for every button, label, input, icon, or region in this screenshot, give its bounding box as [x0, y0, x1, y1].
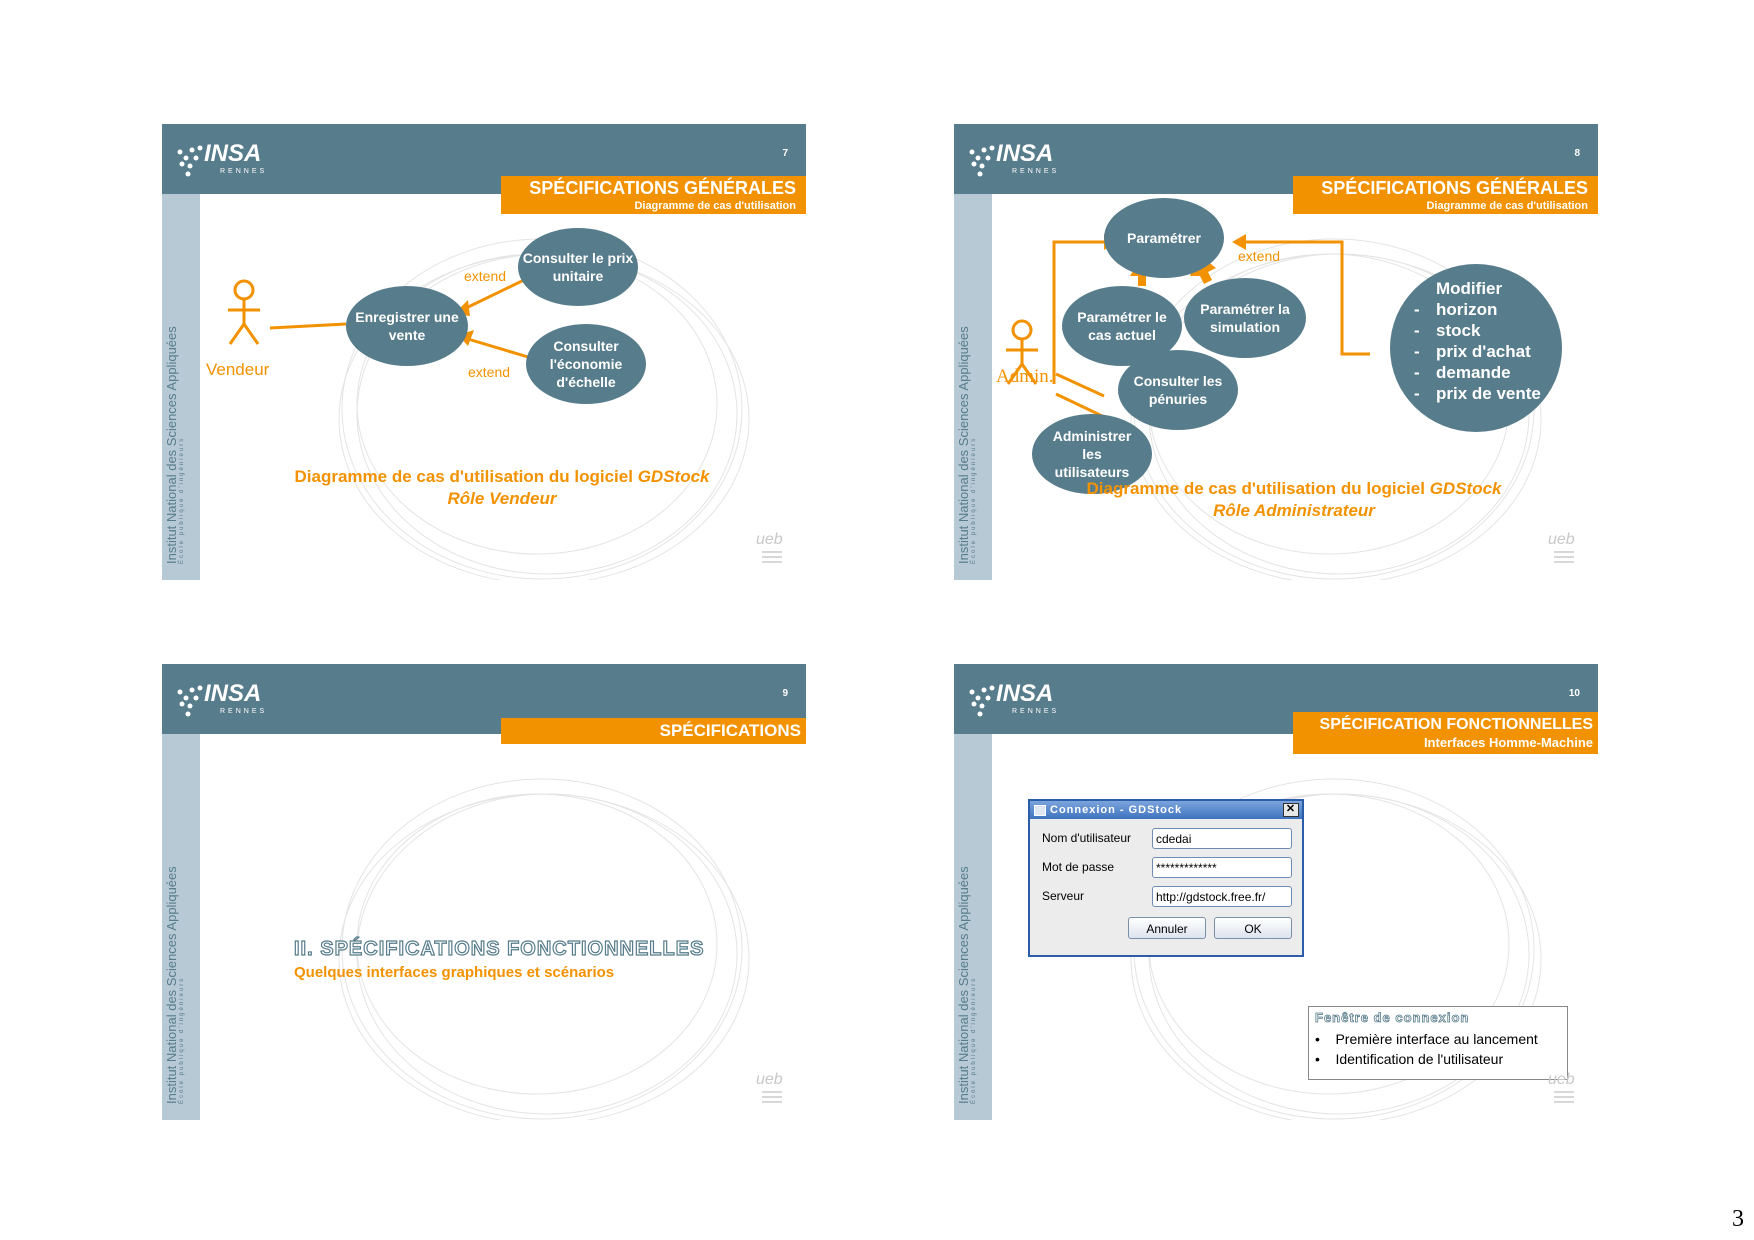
section-subheading: Quelques interfaces graphiques et scénar… — [294, 964, 615, 981]
modifier-item: - horizon — [1414, 300, 1498, 319]
slide-caption: Diagramme de cas d'utilisation du logici… — [1086, 479, 1502, 520]
usecase-consulter-prix: Consulter le prix unitaire — [518, 228, 638, 306]
slide-title: SPÉCIFICATION FONCTIONNELLES — [1319, 716, 1593, 733]
actor-label: Vendeur — [206, 360, 270, 379]
svg-text:ueb: ueb — [756, 531, 783, 548]
extend-label: extend — [1238, 248, 1281, 264]
actor-label: Admin. — [996, 366, 1054, 387]
svg-text:ueb: ueb — [1548, 531, 1575, 548]
slide-title: SPÉCIFICATIONS FONCTIONNELLES — [645, 721, 801, 766]
background-swirl — [338, 778, 750, 1120]
close-icon[interactable]: ✕ — [1283, 803, 1299, 817]
modifier-item: - prix d'achat — [1414, 342, 1531, 361]
usecase-enregistrer: Enregistrer une vente — [346, 286, 468, 366]
window-icon — [1034, 805, 1046, 816]
username-field[interactable]: cdedai — [1152, 828, 1292, 849]
cancel-button[interactable]: Annuler — [1128, 917, 1206, 939]
slide-8: Institut National des Sciences Appliquée… — [954, 124, 1598, 580]
modifier-item: - prix de vente — [1414, 384, 1541, 403]
extend-label: extend — [468, 364, 511, 380]
section-heading: II. SPÉCIFICATIONS FONCTIONNELLES — [293, 937, 705, 960]
password-label: Mot de passe — [1042, 860, 1115, 874]
slide-10: Institut National des Sciences Appliquée… — [954, 664, 1598, 1120]
ueb-logo-icon: ueb — [1548, 1071, 1575, 1103]
sidebar-text: Institut National des Sciences Appliquée… — [164, 724, 198, 1104]
sidebar-school: École publique d'ingénieurs — [179, 976, 185, 1104]
modifier-item: - stock — [1414, 321, 1481, 340]
diagram-lines — [228, 278, 529, 359]
ueb-logo-icon: ueb — [756, 1071, 783, 1103]
usecase-consulter-penuries: Consulter les pénuries — [1118, 350, 1238, 430]
ueb-logo-icon: ueb — [756, 531, 783, 563]
svg-text:ueb: ueb — [1548, 1071, 1575, 1088]
logo-text: INSA — [996, 680, 1054, 707]
modifier-box: Modifier - horizon - stock - prix d'achat -… — [1390, 264, 1562, 432]
extend-label: extend — [464, 268, 507, 284]
sidebar-school: École publique d'ingénieurs — [971, 976, 977, 1104]
login-dialog: Connexion - GDStock ✕ Nom d'utilisateur … — [1028, 799, 1304, 957]
note-item: • Première interface au lancement — [1315, 1031, 1538, 1047]
logo-subtext: RENNES — [1012, 708, 1060, 715]
sidebar-institution: Institut National des Sciences Appliquée… — [164, 866, 179, 1104]
dialog-titlebar[interactable]: Connexion - GDStock ✕ — [1030, 801, 1302, 819]
modifier-item: - demande — [1414, 363, 1511, 382]
server-field[interactable]: http://gdstock.free.fr/ — [1152, 886, 1292, 907]
ueb-logo-icon: ueb — [1548, 531, 1575, 563]
server-label: Serveur — [1042, 889, 1085, 903]
usecase-parametrer: Paramétrer — [1104, 198, 1224, 278]
note-title: Fenêtre de connexion — [1315, 1010, 1470, 1026]
page-number: 3 — [1732, 1206, 1744, 1232]
note-box: Fenêtre de connexion • Première interfac… — [1308, 1006, 1568, 1080]
password-field[interactable]: ************* — [1152, 857, 1292, 878]
slide-7: Institut National des Sciences Appliquée… — [162, 124, 806, 580]
slide-caption: Diagramme de cas d'utilisation du logici… — [294, 467, 710, 508]
note-item: • Identification de l'utilisateur — [1315, 1051, 1504, 1067]
slide-title-box: SPÉCIFICATION FONCTIONNELLES Interfaces … — [1293, 712, 1598, 754]
svg-text:ueb: ueb — [756, 1071, 783, 1088]
slide-number: 9 — [782, 688, 788, 699]
usecase-consulter-economie: Consulter l'économie d'échelle — [526, 324, 646, 404]
modifier-title: Modifier — [1436, 279, 1503, 298]
username-label: Nom d'utilisateur — [1042, 831, 1131, 845]
sidebar-text: Institut National des Sciences Appliquée… — [956, 724, 990, 1104]
dialog-title: Connexion - GDStock — [1050, 804, 1183, 816]
slide-number: 10 — [1568, 688, 1580, 699]
ok-button[interactable]: OK — [1214, 917, 1292, 939]
logo-subtext: RENNES — [220, 708, 268, 715]
usecase-parametrer-simulation: Paramétrer la simulation — [1184, 278, 1306, 358]
slide-title-box: SPÉCIFICATIONS FONCTIONNELLES — [501, 718, 806, 766]
sidebar-institution: Institut National des Sciences Appliquée… — [956, 866, 971, 1104]
slide-9: Institut National des Sciences Appliquée… — [162, 664, 806, 1120]
slide-subtitle: Interfaces Homme-Machine — [1423, 735, 1593, 750]
logo-text: INSA — [204, 680, 262, 707]
